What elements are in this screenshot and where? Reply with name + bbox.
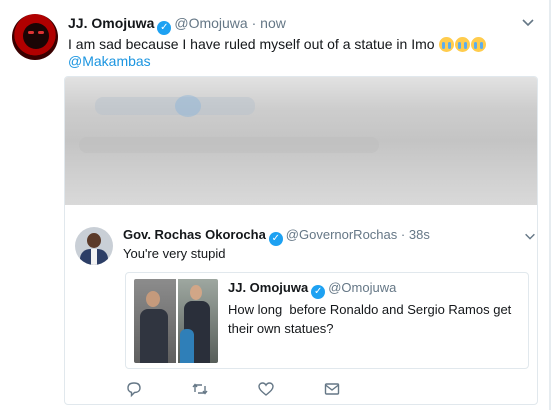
quoted-author-handle[interactable]: @GovernorRochas [286,227,397,242]
chevron-down-icon[interactable] [520,14,536,30]
blurred-media [65,77,537,205]
mention-link[interactable]: @Makambas [68,53,151,69]
photo-figure [180,329,194,363]
avatar-eye [28,31,34,34]
avatar-eye [38,31,44,34]
quoted-tweet-card[interactable]: Gov. Rochas Okorocha ✓ @GovernorRochas · 3… [64,76,538,405]
inner-quoted-header: JJ. Omojuwa ✓ @Omojuwa [228,280,396,299]
quoted-text: You're very stupid [123,246,226,261]
separator: · [251,15,257,31]
author-handle[interactable]: @Omojuwa [174,15,247,31]
tweet-header: JJ. Omojuwa ✓ @Omojuwa · now [68,15,286,35]
heart-icon[interactable] [257,380,275,398]
crying-face-emoji-icon [471,37,487,52]
verified-badge-icon: ✓ [268,232,283,246]
quoted-author-name[interactable]: Gov. Rochas Okorocha [123,227,266,242]
crying-face-emoji-icon [455,37,471,52]
photo-figure [140,309,168,363]
chevron-down-icon[interactable] [523,229,537,243]
verified-badge-icon: ✓ [311,285,326,299]
avatar-head [87,233,101,248]
author-name[interactable]: JJ. Omojuwa [68,15,154,31]
tweet-actions [125,380,375,400]
inner-author-handle[interactable]: @Omojuwa [328,280,396,295]
quoted-time[interactable]: 38s [409,227,430,242]
inner-quoted-text: How long before Ronaldo and Sergio Ramos… [228,302,515,336]
separator: · [400,227,406,242]
tweet-text: I am sad because I have ruled myself out… [68,34,487,54]
retweet-icon[interactable] [191,380,209,398]
photo-head [146,291,160,307]
tweet: JJ. Omojuwa ✓ @Omojuwa · now I am sad beca… [0,0,551,410]
avatar-shirt [91,249,97,265]
verified-badge-icon: ✓ [157,21,172,35]
blur-shape [175,95,201,117]
inner-quoted-tweet-card[interactable]: JJ. Omojuwa ✓ @Omojuwa How long before Ron… [125,272,529,369]
inner-author-name[interactable]: JJ. Omojuwa [228,280,308,295]
quoted-header: Gov. Rochas Okorocha ✓ @GovernorRochas · 3… [123,227,430,246]
crying-face-emoji-icon [439,37,455,52]
tweet-time[interactable]: now [260,15,286,31]
photo-head [190,285,202,300]
inner-tweet-photo[interactable] [134,279,218,363]
author-avatar[interactable] [12,14,58,60]
envelope-icon[interactable] [323,380,341,398]
blur-shape [79,137,379,153]
quoted-author-avatar[interactable] [75,227,113,265]
tweet-text-content: I am sad because I have ruled myself out… [68,36,435,52]
avatar-face [23,23,49,49]
reply-icon[interactable] [125,380,143,398]
